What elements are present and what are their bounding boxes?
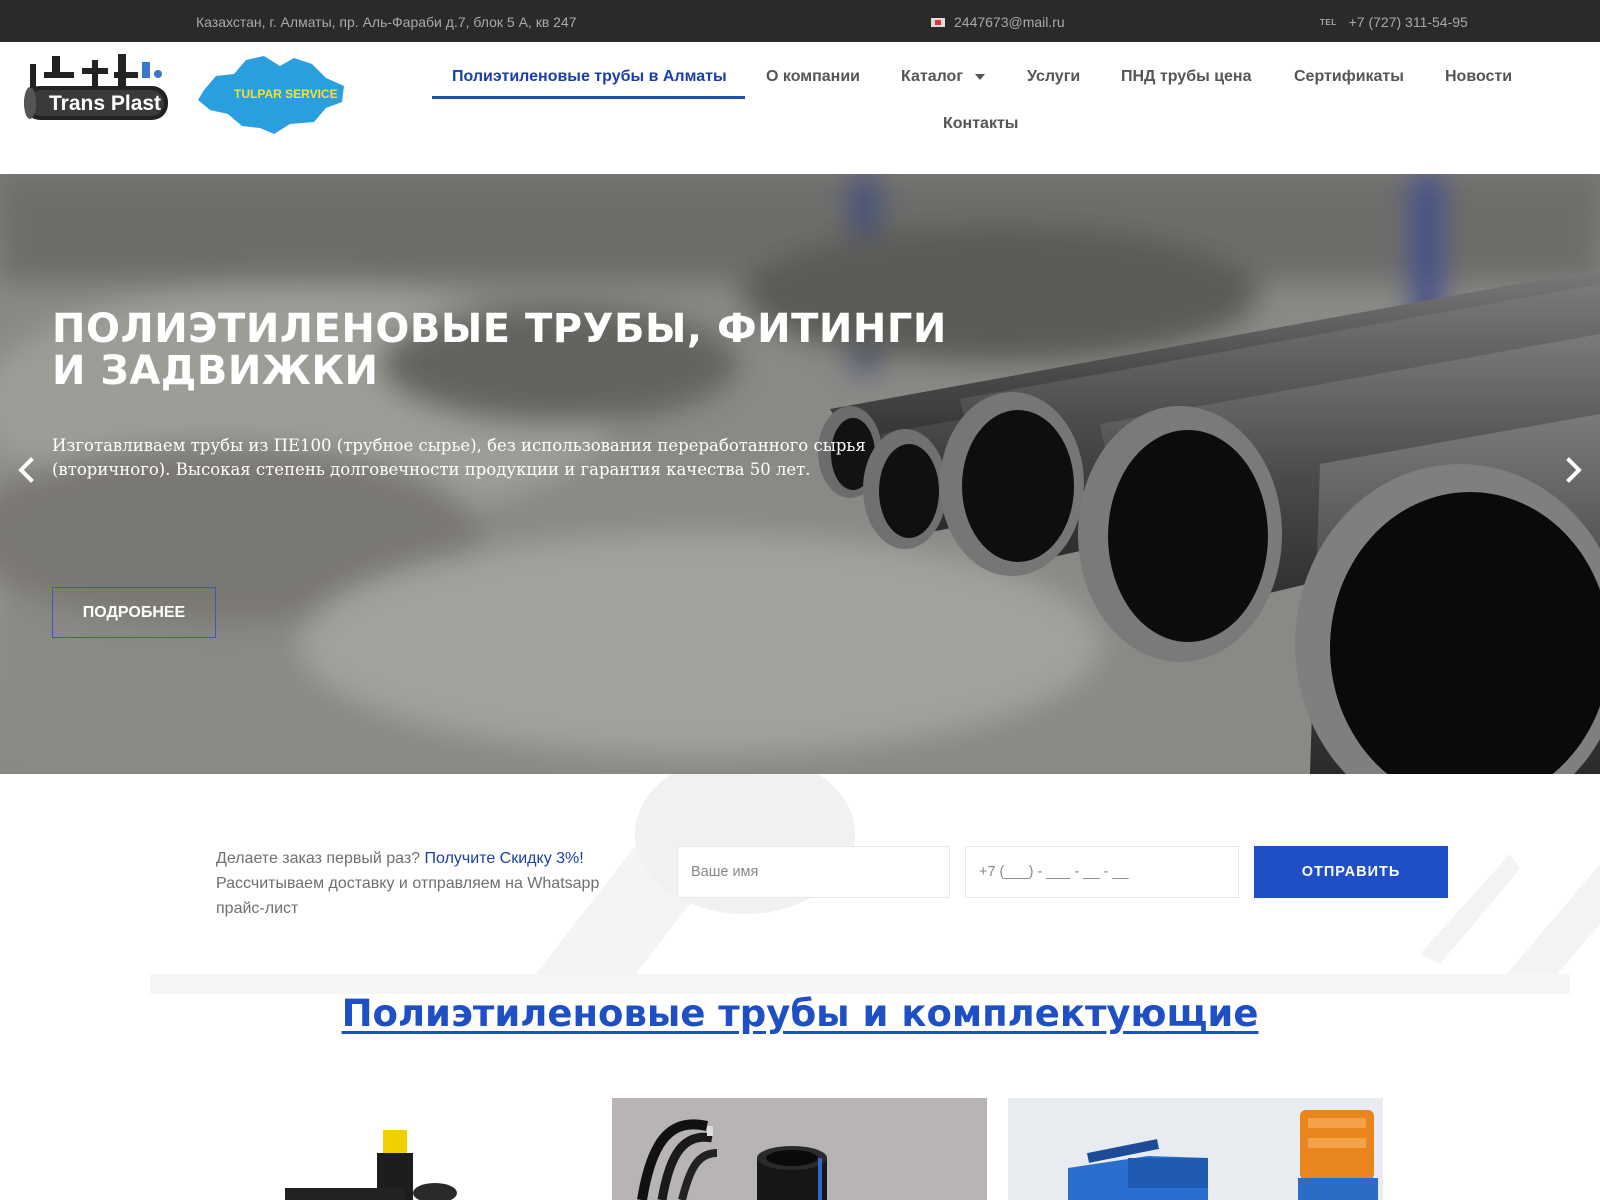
tulpar-service-logo[interactable]: TULPAR SERVICE	[194, 52, 348, 136]
more-details-button[interactable]: ПОДРОБНЕЕ	[52, 587, 216, 638]
discount-form-section: Делаете заказ первый раз? Получите Скидк…	[0, 774, 1600, 994]
phone-input[interactable]: +7 (___) - ___ - __ - __	[965, 846, 1239, 898]
products-heading[interactable]: Полиэтиленовые трубы и комплектующие	[0, 992, 1600, 1035]
active-nav-underline	[432, 96, 745, 99]
name-input[interactable]: Ваше имя	[677, 846, 950, 898]
nav-item-news[interactable]: Новости	[1445, 68, 1512, 86]
nav-item-services[interactable]: Услуги	[1027, 68, 1080, 86]
fitting-image	[215, 1098, 590, 1200]
email-text[interactable]: 2447673@mail.ru	[954, 14, 1065, 30]
logo-text: Trans Plast	[49, 92, 161, 115]
nav-item-main[interactable]: Полиэтиленовые трубы в Алматы	[452, 68, 727, 86]
discount-text-before: Делаете заказ первый раз?	[216, 850, 425, 867]
trans-plast-logo[interactable]: Trans Plast	[22, 50, 170, 124]
chevron-left-icon[interactable]	[14, 454, 38, 486]
product-card-valves[interactable]	[1008, 1098, 1383, 1200]
phone-link[interactable]: TEL +7 (727) 311-54-95	[1320, 14, 1468, 30]
site-header: Trans Plast TULPAR SERVICE Полиэтиленовы…	[0, 42, 1600, 174]
hero-title: ПОЛИЭТИЛЕНОВЫЕ ТРУБЫ, ФИТИНГИ И ЗАДВИЖКИ	[52, 306, 947, 394]
nav-item-catalog-label: Каталог	[901, 68, 963, 85]
top-info-bar: Казахстан, г. Алматы, пр. Аль-Фараби д.7…	[0, 0, 1600, 42]
product-card-pipes[interactable]	[612, 1098, 987, 1200]
nav-item-about[interactable]: О компании	[766, 68, 860, 86]
phone-text[interactable]: +7 (727) 311-54-95	[1349, 14, 1468, 30]
valve-image	[1008, 1098, 1383, 1200]
submit-button[interactable]: ОТПРАВИТЬ	[1254, 846, 1448, 898]
address-text: Казахстан, г. Алматы, пр. Аль-Фараби д.7…	[196, 14, 577, 30]
nav-item-catalog[interactable]: Каталог	[901, 68, 985, 86]
envelope-icon	[931, 17, 945, 27]
nav-item-prices[interactable]: ПНД трубы цена	[1121, 68, 1251, 86]
hero-description: Изготавливаем трубы из ПЕ100 (трубное сы…	[52, 436, 866, 479]
hero-slider: ПОЛИЭТИЛЕНОВЫЕ ТРУБЫ, ФИТИНГИ И ЗАДВИЖКИ…	[0, 174, 1600, 774]
discount-text-after: Рассчитываем доставку и отправляем на Wh…	[216, 875, 600, 917]
product-card-fittings[interactable]	[215, 1098, 590, 1200]
caret-down-icon	[974, 73, 985, 80]
tulpar-text: TULPAR SERVICE	[234, 87, 338, 101]
email-link[interactable]: 2447673@mail.ru	[931, 14, 1065, 30]
pipes-coil-image	[612, 1098, 987, 1200]
nav-item-contacts[interactable]: Контакты	[943, 115, 1018, 133]
nav-item-certificates[interactable]: Сертификаты	[1294, 68, 1404, 86]
discount-text: Делаете заказ первый раз? Получите Скидк…	[216, 846, 616, 921]
chevron-right-icon[interactable]	[1562, 454, 1586, 486]
discount-highlight: Получите Скидку 3%!	[424, 850, 584, 867]
tel-icon: TEL	[1320, 17, 1337, 27]
